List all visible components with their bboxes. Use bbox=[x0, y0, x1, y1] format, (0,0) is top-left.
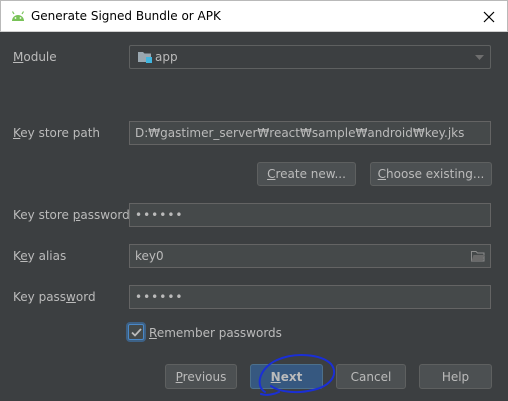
module-label: Module bbox=[13, 50, 57, 64]
keystore-path-input[interactable]: D:₩gastimer_server₩react₩sample₩android₩… bbox=[129, 121, 491, 145]
keystore-password-label: Key store password bbox=[13, 208, 130, 222]
keystore-password-value: •••••• bbox=[135, 208, 184, 222]
choose-existing-button[interactable]: Choose existing... bbox=[370, 162, 492, 186]
folder-icon[interactable] bbox=[471, 250, 485, 262]
checkmark-icon bbox=[130, 327, 142, 337]
key-password-input[interactable]: •••••• bbox=[129, 285, 491, 309]
cancel-label: Cancel bbox=[350, 369, 392, 384]
key-alias-input[interactable]: key0 bbox=[129, 244, 491, 268]
key-password-label: Key password bbox=[13, 290, 96, 304]
module-folder-icon bbox=[138, 52, 152, 63]
key-alias-value: key0 bbox=[135, 249, 164, 263]
android-icon bbox=[11, 11, 25, 21]
keystore-path-label: Key store path bbox=[13, 126, 101, 140]
close-icon bbox=[483, 11, 495, 23]
create-new-label: Create new... bbox=[267, 167, 346, 181]
choose-existing-label: Choose existing... bbox=[377, 167, 485, 181]
create-new-button[interactable]: Create new... bbox=[257, 162, 356, 186]
dialog-content: Module app Key store path D:₩gastimer_se… bbox=[1, 32, 507, 400]
chevron-down-icon bbox=[475, 55, 484, 60]
keystore-path-value: D:₩gastimer_server₩react₩sample₩android₩… bbox=[135, 126, 465, 140]
previous-button[interactable]: Previous bbox=[165, 364, 237, 389]
cancel-button[interactable]: Cancel bbox=[336, 364, 406, 389]
help-label: Help bbox=[441, 369, 470, 384]
module-value: app bbox=[155, 50, 178, 64]
keystore-password-input[interactable]: •••••• bbox=[129, 203, 491, 227]
help-button[interactable]: Help bbox=[419, 364, 492, 389]
next-label: Next bbox=[270, 369, 303, 384]
window-title: Generate Signed Bundle or APK bbox=[31, 9, 221, 23]
module-select[interactable]: app bbox=[129, 45, 491, 69]
title-bar: Generate Signed Bundle or APK bbox=[0, 0, 508, 32]
next-button[interactable]: Next bbox=[250, 364, 323, 389]
key-password-value: •••••• bbox=[135, 290, 184, 304]
remember-passwords-label[interactable]: Remember passwords bbox=[149, 326, 282, 340]
remember-passwords-checkbox[interactable] bbox=[128, 324, 144, 340]
previous-label: Previous bbox=[175, 369, 227, 384]
key-alias-label: Key alias bbox=[13, 249, 67, 263]
close-button[interactable] bbox=[477, 5, 501, 29]
